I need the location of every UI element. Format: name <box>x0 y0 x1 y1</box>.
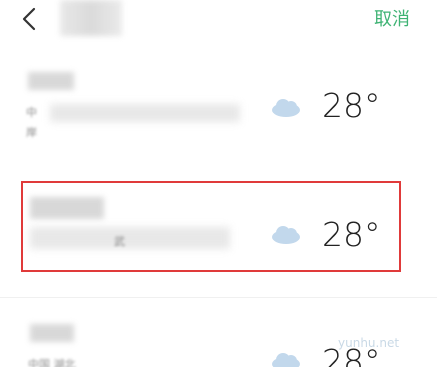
region-hint: 中国 湖北 <box>28 358 76 367</box>
city-region-redacted <box>30 227 230 249</box>
cancel-button[interactable]: 取消 <box>374 5 410 31</box>
cloud-icon <box>272 226 300 244</box>
search-header: 取消 <box>0 0 437 43</box>
city-result-row[interactable]: 武 28° <box>0 177 437 297</box>
search-results-screen: 取消 中 岸 28° 武 28° 中国 湖北 28° yunhu.net <box>0 0 437 367</box>
back-button[interactable] <box>14 4 44 34</box>
city-name-redacted <box>28 72 74 90</box>
cloud-icon <box>272 99 300 117</box>
search-query-redacted <box>60 0 122 36</box>
cloud-icon <box>272 353 300 367</box>
temperature: 28° <box>322 215 381 254</box>
sub-region-hint: 岸 <box>26 126 37 139</box>
watermark: yunhu.net <box>338 336 400 350</box>
region-hint: 中 <box>26 106 37 119</box>
city-region-redacted <box>50 104 240 122</box>
temperature: 28° <box>322 86 381 125</box>
city-name-redacted <box>30 197 104 219</box>
region-hint: 武 <box>114 235 125 248</box>
city-result-row[interactable]: 中 岸 28° <box>0 42 437 177</box>
city-result-row[interactable]: 中国 湖北 28° <box>0 297 437 367</box>
city-name-redacted <box>30 324 74 342</box>
chevron-left-icon <box>22 7 36 31</box>
